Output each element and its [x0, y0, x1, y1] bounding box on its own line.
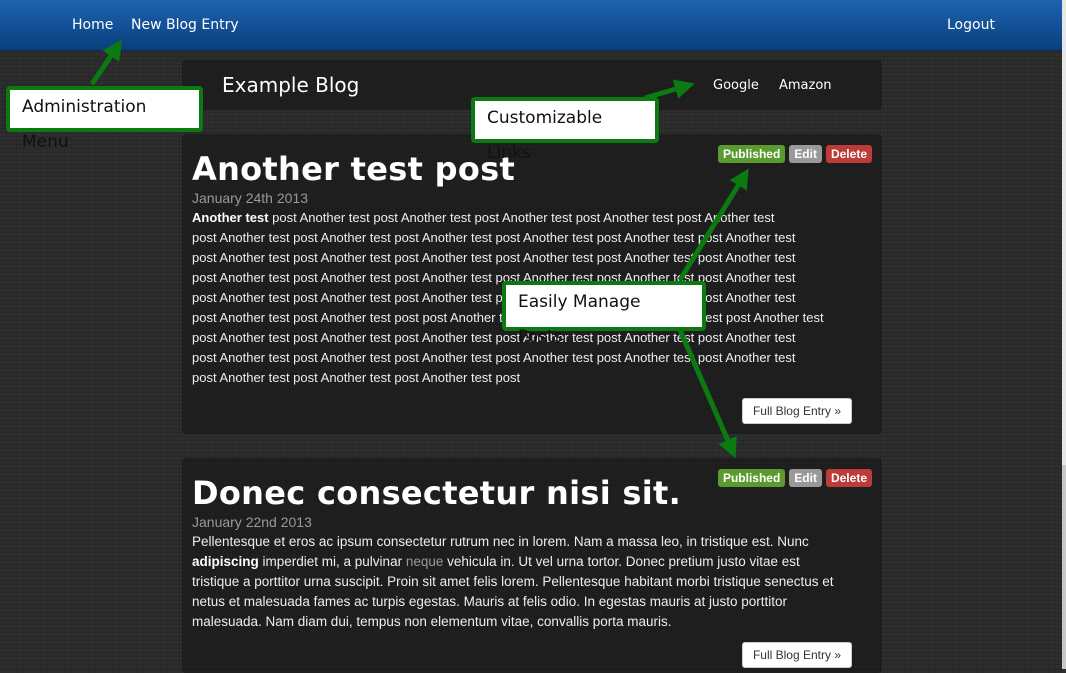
post-actions: Published Edit Delete [717, 145, 872, 163]
post-body-line: Pellentesque et eros ac ipsum consectetu… [192, 534, 809, 549]
post-body: Pellentesque et eros ac ipsum consectetu… [192, 532, 834, 632]
callout-customizable-links: Customizable Links [471, 97, 659, 163]
post-body-line: malesuada. Nam diam dui, tempus non elem… [192, 614, 672, 629]
post-body-line: post Another test post Another test post… [192, 350, 796, 365]
post-body-line: post Another test post Another test post… [268, 210, 775, 225]
post-actions: Published Edit Delete [717, 469, 872, 487]
post-body-bold: Another test [192, 210, 269, 225]
top-navbar: Home New Blog Entry Logout [0, 0, 1062, 51]
header-link-google[interactable]: Google [713, 78, 759, 93]
post-body-line: post Another test post Another test post… [192, 250, 796, 265]
full-blog-entry-button[interactable]: Full Blog Entry » [742, 642, 852, 668]
full-blog-entry-button[interactable]: Full Blog Entry » [742, 398, 852, 424]
arrow-to-admin-menu [89, 39, 123, 86]
page-scrollbar[interactable] [1062, 0, 1066, 669]
blog-post: Published Edit Delete Donec consectetur … [182, 458, 882, 673]
nav-home-link[interactable]: Home [72, 17, 113, 33]
callout-manage-posts: Easily Manage Posts [502, 281, 706, 347]
post-body-link[interactable]: neque [406, 554, 444, 569]
blog-title[interactable]: Example Blog [222, 73, 359, 97]
header-link-amazon[interactable]: Amazon [779, 78, 832, 93]
nav-new-blog-entry-link[interactable]: New Blog Entry [131, 17, 239, 33]
scrollbar-thumb[interactable] [1062, 0, 1066, 465]
nav-logout-link[interactable]: Logout [947, 17, 995, 33]
delete-button[interactable]: Delete [825, 145, 872, 163]
post-body-text: imperdiet mi, a pulvinar [258, 554, 406, 569]
post-body-text: vehicula in. Ut vel urna tortor. Donec p… [443, 554, 800, 569]
post-title[interactable]: Donec consectetur nisi sit. [192, 474, 681, 512]
edit-button[interactable]: Edit [789, 469, 822, 487]
post-body-line: post Another test post Another test post… [192, 330, 796, 345]
post-body-line: tristique a porttitor urna suscipit. Pro… [192, 574, 834, 589]
published-badge[interactable]: Published [717, 469, 786, 487]
callout-admin-menu: Administration Menu [6, 86, 203, 152]
published-badge[interactable]: Published [717, 145, 786, 163]
post-body-bold: adipiscing [192, 554, 259, 569]
post-date: January 22nd 2013 [192, 514, 312, 530]
delete-button[interactable]: Delete [825, 469, 872, 487]
post-date: January 24th 2013 [192, 190, 308, 206]
post-body-line: post Another test post Another test post… [192, 230, 796, 245]
post-body-line: post Another test post Another test post… [192, 370, 521, 385]
post-body-line: netus et malesuada fames ac turpis egest… [192, 594, 788, 609]
post-title[interactable]: Another test post [192, 150, 515, 188]
edit-button[interactable]: Edit [789, 145, 822, 163]
